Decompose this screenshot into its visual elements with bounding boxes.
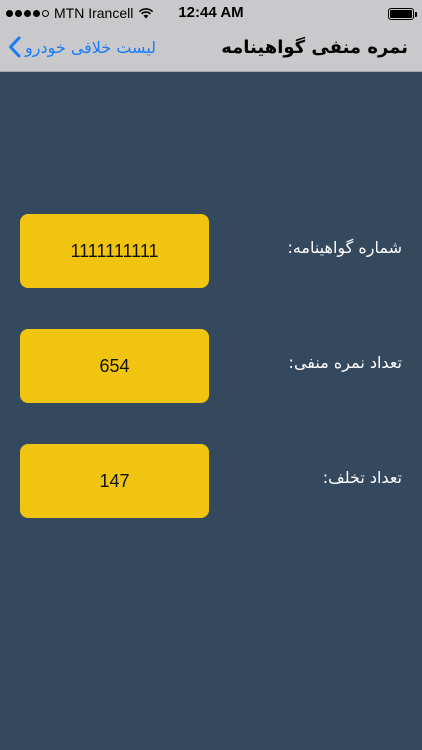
license-number-row: 1111111111 شماره گواهینامه: bbox=[0, 214, 422, 288]
negative-points-value: 654 bbox=[20, 329, 209, 403]
license-number-value: 1111111111 bbox=[20, 214, 209, 288]
negative-points-label: تعداد نمره منفی: bbox=[288, 353, 402, 372]
battery-icon bbox=[388, 8, 417, 20]
navigation-bar: لیست خلافی خودرو نمره منفی گواهینامه bbox=[0, 28, 422, 72]
chevron-left-icon bbox=[9, 36, 21, 58]
back-button-label: لیست خلافی خودرو bbox=[25, 37, 157, 57]
license-number-label: شماره گواهینامه: bbox=[287, 238, 402, 257]
violations-count-value: 147 bbox=[20, 444, 209, 518]
page-title: نمره منفی گواهینامه bbox=[221, 37, 408, 58]
violations-count-label: تعداد تخلف: bbox=[322, 468, 402, 487]
negative-points-row: 654 تعداد نمره منفی: bbox=[0, 329, 422, 403]
status-time: 12:44 AM bbox=[178, 4, 244, 21]
back-button[interactable]: لیست خلافی خودرو bbox=[8, 36, 156, 58]
status-bar: MTN Irancell 12:44 AM bbox=[0, 0, 422, 28]
violations-count-row: 147 تعداد تخلف: bbox=[0, 444, 422, 518]
